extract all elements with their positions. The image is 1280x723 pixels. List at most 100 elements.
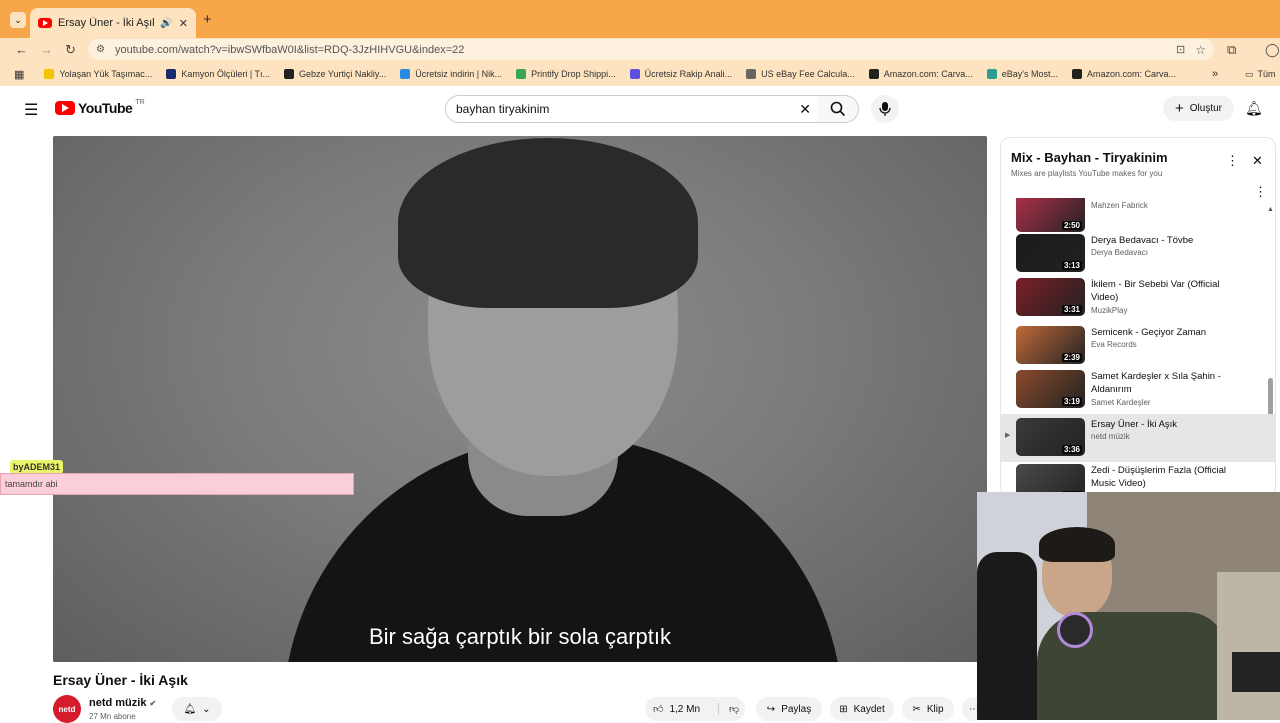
bookmark-label: Gebze Yurtiçi Nakliy... [299, 69, 387, 79]
extensions-icon[interactable]: ⧉ [1227, 42, 1236, 58]
back-icon[interactable]: ← [15, 42, 28, 57]
youtube-region: TR [135, 98, 145, 106]
playlist-panel: Mix - Bayhan - Tiryakinim Mixes are play… [1000, 137, 1276, 497]
share-label: Paylaş [781, 703, 812, 715]
voice-search-button[interactable] [871, 95, 899, 123]
bookmark-item[interactable]: eBay's Most... [986, 69, 1058, 79]
speaker-icon[interactable]: 🔊 [160, 18, 172, 29]
share-icon: ↪ [766, 703, 776, 715]
video-title: Ersay Üner - İki Aşık [53, 672, 188, 688]
playlist-item-channel: Samet Kardeşler [1091, 398, 1151, 407]
channel-avatar[interactable]: netd [53, 695, 81, 723]
folder-icon: ▭ [1245, 68, 1254, 79]
bookmark-item[interactable]: Yolaşan Yük Taşımac... [44, 69, 152, 79]
playlist-item-title: Samet Kardeşler x Sıla Şahin - Aldanırım [1091, 371, 1221, 395]
channel-name[interactable]: netd müzik ✔ [89, 697, 156, 709]
plus-icon: + [1175, 100, 1184, 117]
webcam-gaming-chair [977, 552, 1037, 720]
bookmark-label: Yolaşan Yük Taşımac... [59, 69, 153, 79]
site-info-icon[interactable]: ⚙ [96, 44, 105, 55]
bookmark-favicon-icon [868, 69, 879, 79]
bookmark-star-icon[interactable]: ☆ [1195, 43, 1206, 57]
bookmark-label: Kamyon Ölçüleri | Tı... [181, 69, 271, 79]
webcam-keyboard [1232, 652, 1280, 692]
install-app-icon[interactable]: ⊡ [1176, 43, 1185, 56]
bookmark-favicon-icon [1071, 69, 1082, 79]
profile-icon[interactable]: ◯ [1265, 42, 1280, 58]
clear-search-icon[interactable]: ✕ [799, 101, 811, 118]
youtube-logo[interactable]: YouTube TR [55, 98, 145, 116]
bookmark-label: Ücretsiz Rakip Anali... [644, 69, 733, 79]
subscription-bell-button[interactable]: 🔔︎ ⌄ [172, 697, 222, 721]
reload-icon[interactable]: ↻ [65, 42, 76, 58]
chat-message: tamamdır abi [0, 473, 354, 495]
chat-username: byADEM31 [10, 460, 64, 474]
browser-tab-bar: ⌄ Ersay Üner - İki Aşık - YouTube 🔊 ✕ + [0, 0, 1280, 38]
playlist-item[interactable]: 3:19 Samet Kardeşler x Sıla Şahin - Aldan… [1001, 366, 1275, 414]
share-button[interactable]: ↪ Paylaş [756, 697, 822, 721]
bookmark-favicon-icon [166, 69, 177, 79]
bookmark-favicon-icon [986, 69, 997, 79]
create-button[interactable]: + Oluştur [1163, 96, 1234, 121]
bookmark-item[interactable]: Printify Drop Shippi... [516, 69, 616, 79]
save-icon: ⊞ [839, 703, 848, 715]
playlist-item-channel: Mahzen Fabrick [1091, 201, 1148, 210]
bookmark-item[interactable]: Amazon.com: Carva... [1071, 69, 1177, 79]
notifications-bell-icon[interactable]: 🔔︎ [1245, 100, 1263, 117]
video-person-hair [398, 138, 698, 308]
playlist-close-icon[interactable]: ✕ [1252, 153, 1263, 169]
clip-button[interactable]: ✂ Klip [902, 697, 954, 721]
playlist-item[interactable]: ▶ 3:36 Ersay Üner - İki Aşık netd müzik [1001, 414, 1275, 462]
video-player[interactable]: Bir sağa çarptık bir sola çarptık [53, 136, 987, 662]
all-bookmarks-folder[interactable]: ▭ Tüm [1245, 69, 1276, 80]
bookmark-favicon-icon [284, 69, 295, 79]
bookmark-favicon-icon [746, 69, 757, 79]
video-duration: 2:50 [1061, 221, 1082, 230]
video-duration: 2:39 [1061, 353, 1082, 362]
apps-grid-icon[interactable]: ▦ [14, 68, 24, 81]
verified-icon: ✔ [149, 699, 157, 708]
tab-search-icon[interactable]: ⌄ [10, 12, 26, 28]
bookmark-label: Ücretsiz indirin | Nik... [415, 69, 503, 79]
playlist-thumbnail: 3:19 [1016, 370, 1085, 408]
search-button[interactable] [817, 95, 859, 123]
like-button[interactable]: 👍︎ 1,2 Mn [653, 703, 700, 716]
bookmarks-more-icon[interactable]: » [1212, 68, 1218, 80]
bookmark-item[interactable]: Amazon.com: Carva... [868, 69, 973, 79]
dislike-button[interactable]: 👎︎ [718, 703, 739, 715]
bookmark-favicon-icon [44, 69, 55, 79]
bookmark-favicon-icon [400, 69, 411, 79]
bookmark-item[interactable]: Ücretsiz Rakip Anali... [629, 69, 733, 79]
clip-label: Klip [926, 703, 944, 715]
playlist-thumbnail: 3:36 [1016, 418, 1085, 456]
playlist-item[interactable]: 2:39 Semicenk - Geçiyor Zaman Eva Records [1001, 322, 1275, 370]
tab-close-icon[interactable]: ✕ [179, 17, 188, 30]
playlist-item[interactable]: 3:31 İkilem - Bir Sebebi Var (Official Vi… [1001, 274, 1275, 322]
bookmark-item[interactable]: Gebze Yurtiçi Nakliy... [284, 69, 386, 79]
playlist-subtitle: Mixes are playlists YouTube makes for yo… [1011, 169, 1163, 178]
playlist-menu-icon[interactable]: ⋮ [1226, 153, 1239, 169]
bookmark-item[interactable]: Ücretsiz indirin | Nik... [400, 69, 502, 79]
address-bar[interactable]: ⚙ youtube.com/watch?v=ibwSWfbaW0I&list=R… [88, 39, 1214, 60]
forward-icon[interactable]: → [40, 42, 53, 57]
chevron-down-icon: ⌄ [202, 703, 211, 715]
video-duration: 3:13 [1061, 261, 1082, 270]
bookmark-item[interactable]: Kamyon Ölçüleri | Tı... [166, 69, 270, 79]
save-button[interactable]: ⊞ Kaydet [830, 697, 894, 721]
url-text: youtube.com/watch?v=ibwSWfbaW0I&list=RDQ… [114, 43, 465, 56]
video-subtitle: Bir sağa çarptık bir sola çarptık [368, 624, 671, 649]
browser-tab[interactable]: Ersay Üner - İki Aşık - YouTube 🔊 ✕ [30, 8, 196, 38]
webcam-background-wall [1217, 572, 1280, 720]
menu-icon[interactable]: ☰ [24, 100, 38, 120]
search-input[interactable]: bayhan tiryakinim ✕ [445, 95, 818, 123]
playlist-item-title: Zedi - Düşüşlerim Fazla (Official Music … [1091, 465, 1226, 489]
playlist-item[interactable]: 3:13 Derya Bedavacı - Tövbe Derya Bedavacı [1001, 230, 1275, 278]
video-duration: 3:31 [1061, 305, 1082, 314]
new-tab-icon[interactable]: + [203, 11, 212, 28]
bookmark-label: Amazon.com: Carva... [1086, 69, 1177, 79]
bookmark-item[interactable]: US eBay Fee Calcula... [746, 69, 855, 79]
webcam-headphones [1057, 612, 1093, 648]
playlist-item-channel: netd müzik [1091, 432, 1130, 441]
search-value: bayhan tiryakinim [456, 102, 550, 116]
bookmark-label: Amazon.com: Carva... [883, 69, 973, 79]
